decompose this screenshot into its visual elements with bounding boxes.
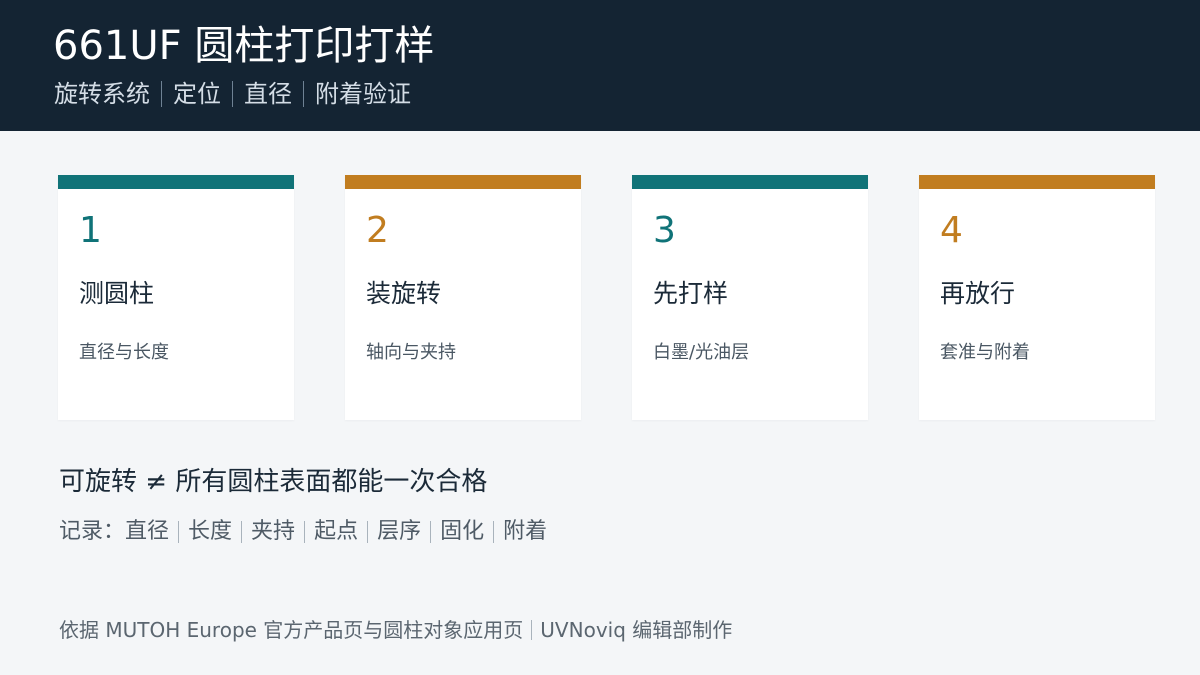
step-number: 3 [653,210,676,251]
record-item: 固化 [440,519,485,544]
subtitle-separator [161,81,162,107]
card-accent-bar [632,175,868,189]
step-number: 2 [366,210,389,251]
step-description: 套准与附着 [940,342,1030,363]
step-title: 测圆柱 [79,279,155,308]
step-description: 轴向与夹持 [366,342,456,363]
step-title: 再放行 [940,279,1016,308]
record-separator [430,521,432,543]
footer: 依据 MUTOH Europe 官方产品页与圆柱对象应用页 UVNoviq 编辑… [59,615,732,645]
record-checklist: 记录： 直径 长度 夹持 起点 层序 固化 附着 [59,516,547,548]
subtitle-item-adhesion: 附着验证 [315,80,411,108]
subtitle-separator [232,81,233,107]
record-item: 起点 [314,519,359,544]
step-card-4: 4 再放行 套准与附着 [919,175,1155,420]
record-item: 直径 [125,519,170,544]
record-item: 夹持 [251,519,296,544]
subtitle-item-positioning: 定位 [173,80,221,108]
step-card-2: 2 装旋转 轴向与夹持 [345,175,581,420]
step-title: 先打样 [653,279,729,308]
step-number: 1 [79,210,102,251]
record-item: 长度 [188,519,233,544]
record-label: 记录： [59,519,126,544]
step-card-1: 1 测圆柱 直径与长度 [58,175,294,420]
footer-source: 依据 MUTOH Europe 官方产品页与圆柱对象应用页 [59,618,524,642]
record-separator [241,521,243,543]
header: 661UF 圆柱打印打样 旋转系统 定位 直径 附着验证 [0,0,1200,131]
card-accent-bar [58,175,294,189]
record-separator [493,521,495,543]
step-description: 白墨/光油层 [653,342,750,363]
step-number: 4 [940,210,963,251]
footer-separator [531,620,533,640]
step-title: 装旋转 [366,279,442,308]
record-item: 附着 [503,519,548,544]
card-accent-bar [345,175,581,189]
subtitle: 旋转系统 定位 直径 附着验证 [54,78,411,110]
subtitle-item-rotation: 旋转系统 [54,80,150,108]
page-title: 661UF 圆柱打印打样 [53,23,435,69]
card-accent-bar [919,175,1155,189]
subtitle-item-diameter: 直径 [244,80,292,108]
record-separator [178,521,180,543]
record-item: 层序 [377,519,422,544]
record-separator [367,521,369,543]
record-separator [304,521,306,543]
step-description: 直径与长度 [79,342,169,363]
key-note: 可旋转 ≠ 所有圆柱表面都能一次合格 [59,467,488,497]
step-card-3: 3 先打样 白墨/光油层 [632,175,868,420]
footer-credit: UVNoviq 编辑部制作 [540,618,733,642]
subtitle-separator [303,81,304,107]
